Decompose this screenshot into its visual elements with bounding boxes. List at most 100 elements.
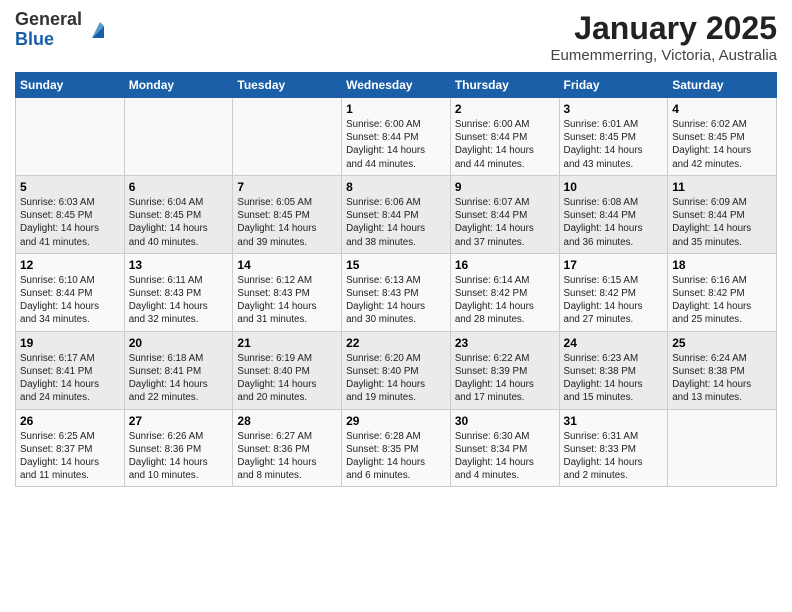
day-number: 30 <box>455 414 555 428</box>
day-info: Sunrise: 6:12 AM Sunset: 8:43 PM Dayligh… <box>237 274 337 327</box>
day-cell: 16 Sunrise: 6:14 AM Sunset: 8:42 PM Dayli… <box>450 253 559 331</box>
day-number: 21 <box>237 336 337 350</box>
day-info: Sunrise: 6:30 AM Sunset: 8:34 PM Dayligh… <box>455 430 555 483</box>
day-info: Sunrise: 6:01 AM Sunset: 8:45 PM Dayligh… <box>564 118 664 171</box>
day-cell: 30 Sunrise: 6:30 AM Sunset: 8:34 PM Dayli… <box>450 409 559 487</box>
day-info: Sunrise: 6:00 AM Sunset: 8:44 PM Dayligh… <box>346 118 446 171</box>
weekday-header-saturday: Saturday <box>668 73 777 98</box>
day-number: 25 <box>672 336 772 350</box>
day-info: Sunrise: 6:14 AM Sunset: 8:42 PM Dayligh… <box>455 274 555 327</box>
day-info: Sunrise: 6:27 AM Sunset: 8:36 PM Dayligh… <box>237 430 337 483</box>
weekday-header-sunday: Sunday <box>16 73 125 98</box>
day-number: 14 <box>237 258 337 272</box>
week-row-1: 1 Sunrise: 6:00 AM Sunset: 8:44 PM Daylig… <box>16 98 777 176</box>
weekday-header-wednesday: Wednesday <box>342 73 451 98</box>
day-cell: 25 Sunrise: 6:24 AM Sunset: 8:38 PM Dayli… <box>668 331 777 409</box>
week-row-2: 5 Sunrise: 6:03 AM Sunset: 8:45 PM Daylig… <box>16 175 777 253</box>
day-number: 10 <box>564 180 664 194</box>
title-block: January 2025 Eumemmerring, Victoria, Aus… <box>551 10 777 64</box>
day-number: 2 <box>455 102 555 116</box>
day-cell: 24 Sunrise: 6:23 AM Sunset: 8:38 PM Dayli… <box>559 331 668 409</box>
day-number: 19 <box>20 336 120 350</box>
day-number: 5 <box>20 180 120 194</box>
day-number: 27 <box>129 414 229 428</box>
day-number: 1 <box>346 102 446 116</box>
day-cell: 8Sunrise: 6:06 AM Sunset: 8:44 PM Daylig… <box>342 175 451 253</box>
day-number: 26 <box>20 414 120 428</box>
logo-blue-text: Blue <box>15 29 54 49</box>
day-info: Sunrise: 6:05 AM Sunset: 8:45 PM Dayligh… <box>237 196 337 249</box>
day-info: Sunrise: 6:17 AM Sunset: 8:41 PM Dayligh… <box>20 352 120 405</box>
weekday-header-tuesday: Tuesday <box>233 73 342 98</box>
day-number: 8 <box>346 180 446 194</box>
day-cell: 1 Sunrise: 6:00 AM Sunset: 8:44 PM Daylig… <box>342 98 451 176</box>
day-number: 31 <box>564 414 664 428</box>
day-info: Sunrise: 6:25 AM Sunset: 8:37 PM Dayligh… <box>20 430 120 483</box>
day-number: 20 <box>129 336 229 350</box>
day-cell <box>668 409 777 487</box>
day-cell: 14 Sunrise: 6:12 AM Sunset: 8:43 PM Dayli… <box>233 253 342 331</box>
day-info: Sunrise: 6:13 AM Sunset: 8:43 PM Dayligh… <box>346 274 446 327</box>
weekday-header-friday: Friday <box>559 73 668 98</box>
day-number: 22 <box>346 336 446 350</box>
day-cell <box>16 98 125 176</box>
calendar-title: January 2025 <box>551 10 777 47</box>
day-cell: 4 Sunrise: 6:02 AM Sunset: 8:45 PM Daylig… <box>668 98 777 176</box>
day-number: 7 <box>237 180 337 194</box>
day-info: Sunrise: 6:26 AM Sunset: 8:36 PM Dayligh… <box>129 430 229 483</box>
day-cell: 6 Sunrise: 6:04 AM Sunset: 8:45 PM Daylig… <box>124 175 233 253</box>
day-cell: 23Sunrise: 6:22 AM Sunset: 8:39 PM Dayli… <box>450 331 559 409</box>
calendar-table: SundayMondayTuesdayWednesdayThursdayFrid… <box>15 72 777 487</box>
day-info: Sunrise: 6:04 AM Sunset: 8:45 PM Dayligh… <box>129 196 229 249</box>
day-info: Sunrise: 6:10 AM Sunset: 8:44 PM Dayligh… <box>20 274 120 327</box>
logo: General Blue <box>15 10 108 50</box>
day-number: 9 <box>455 180 555 194</box>
day-info: Sunrise: 6:15 AM Sunset: 8:42 PM Dayligh… <box>564 274 664 327</box>
day-cell: 28Sunrise: 6:27 AM Sunset: 8:36 PM Dayli… <box>233 409 342 487</box>
day-cell <box>124 98 233 176</box>
day-info: Sunrise: 6:00 AM Sunset: 8:44 PM Dayligh… <box>455 118 555 171</box>
day-number: 3 <box>564 102 664 116</box>
day-cell: 29Sunrise: 6:28 AM Sunset: 8:35 PM Dayli… <box>342 409 451 487</box>
day-cell: 27 Sunrise: 6:26 AM Sunset: 8:36 PM Dayli… <box>124 409 233 487</box>
day-info: Sunrise: 6:16 AM Sunset: 8:42 PM Dayligh… <box>672 274 772 327</box>
day-info: Sunrise: 6:28 AM Sunset: 8:35 PM Dayligh… <box>346 430 446 483</box>
day-number: 4 <box>672 102 772 116</box>
day-number: 6 <box>129 180 229 194</box>
day-number: 12 <box>20 258 120 272</box>
day-info: Sunrise: 6:23 AM Sunset: 8:38 PM Dayligh… <box>564 352 664 405</box>
calendar-subtitle: Eumemmerring, Victoria, Australia <box>551 47 777 64</box>
day-cell: 20 Sunrise: 6:18 AM Sunset: 8:41 PM Dayli… <box>124 331 233 409</box>
day-cell: 11 Sunrise: 6:09 AM Sunset: 8:44 PM Dayli… <box>668 175 777 253</box>
day-cell: 18 Sunrise: 6:16 AM Sunset: 8:42 PM Dayli… <box>668 253 777 331</box>
day-info: Sunrise: 6:18 AM Sunset: 8:41 PM Dayligh… <box>129 352 229 405</box>
day-number: 23 <box>455 336 555 350</box>
day-number: 15 <box>346 258 446 272</box>
day-info: Sunrise: 6:24 AM Sunset: 8:38 PM Dayligh… <box>672 352 772 405</box>
day-info: Sunrise: 6:03 AM Sunset: 8:45 PM Dayligh… <box>20 196 120 249</box>
day-cell: 17Sunrise: 6:15 AM Sunset: 8:42 PM Dayli… <box>559 253 668 331</box>
day-cell: 26 Sunrise: 6:25 AM Sunset: 8:37 PM Dayli… <box>16 409 125 487</box>
day-info: Sunrise: 6:02 AM Sunset: 8:45 PM Dayligh… <box>672 118 772 171</box>
day-cell: 5 Sunrise: 6:03 AM Sunset: 8:45 PM Daylig… <box>16 175 125 253</box>
day-cell: 31Sunrise: 6:31 AM Sunset: 8:33 PM Dayli… <box>559 409 668 487</box>
weekday-header-thursday: Thursday <box>450 73 559 98</box>
day-info: Sunrise: 6:09 AM Sunset: 8:44 PM Dayligh… <box>672 196 772 249</box>
day-cell: 2 Sunrise: 6:00 AM Sunset: 8:44 PM Daylig… <box>450 98 559 176</box>
day-cell: 3 Sunrise: 6:01 AM Sunset: 8:45 PM Daylig… <box>559 98 668 176</box>
day-info: Sunrise: 6:07 AM Sunset: 8:44 PM Dayligh… <box>455 196 555 249</box>
day-number: 24 <box>564 336 664 350</box>
day-number: 11 <box>672 180 772 194</box>
day-cell: 13Sunrise: 6:11 AM Sunset: 8:43 PM Dayli… <box>124 253 233 331</box>
page-header: General Blue January 2025 Eumemmerring, … <box>15 10 777 64</box>
day-number: 16 <box>455 258 555 272</box>
day-number: 18 <box>672 258 772 272</box>
day-info: Sunrise: 6:11 AM Sunset: 8:43 PM Dayligh… <box>129 274 229 327</box>
day-info: Sunrise: 6:20 AM Sunset: 8:40 PM Dayligh… <box>346 352 446 405</box>
weekday-header-row: SundayMondayTuesdayWednesdayThursdayFrid… <box>16 73 777 98</box>
week-row-4: 19 Sunrise: 6:17 AM Sunset: 8:41 PM Dayli… <box>16 331 777 409</box>
week-row-5: 26 Sunrise: 6:25 AM Sunset: 8:37 PM Dayli… <box>16 409 777 487</box>
day-cell: 9 Sunrise: 6:07 AM Sunset: 8:44 PM Daylig… <box>450 175 559 253</box>
day-cell: 22 Sunrise: 6:20 AM Sunset: 8:40 PM Dayli… <box>342 331 451 409</box>
logo-general-text: General <box>15 9 82 29</box>
